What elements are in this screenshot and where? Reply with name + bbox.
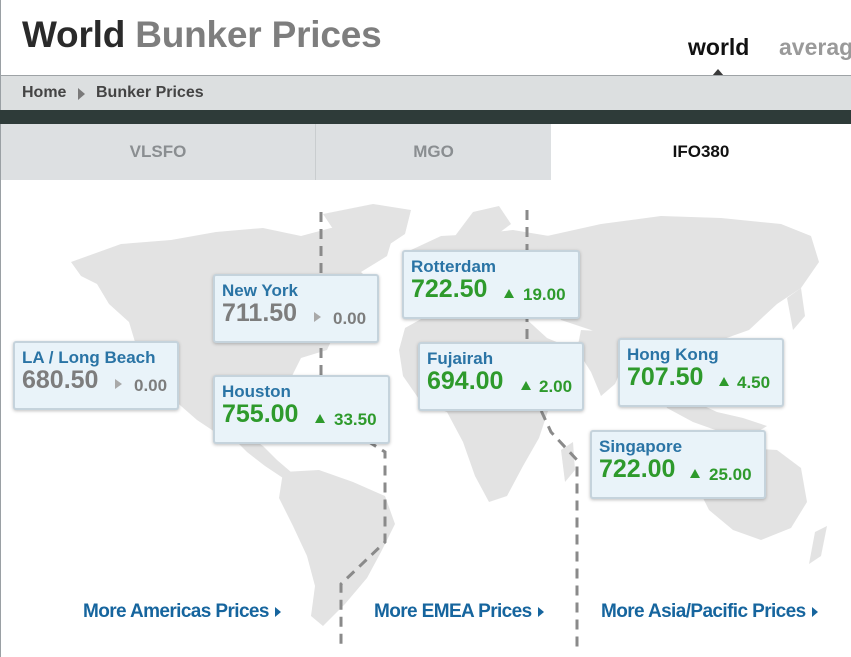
caret-right-icon [274,606,281,617]
product-tabs: VLSFO MGO IFO380 [0,124,851,180]
link-label: More EMEA Prices [374,601,532,622]
breadcrumb: Home Bunker Prices [0,75,851,110]
triangle-up-icon [315,414,325,423]
port-name: Houston [222,382,291,401]
port-price: 711.50 [222,299,298,327]
more-americas-prices-link[interactable]: More Americas Prices [83,601,281,623]
price-card-fujairah[interactable]: Fujairah 694.00 2.00 [418,342,584,411]
price-change: 2.00 [539,377,573,396]
page-title: World Bunker Prices [22,14,382,56]
header-divider-band [0,110,851,124]
link-label: More Asia/Pacific Prices [601,601,806,622]
port-name: Hong Kong [627,345,719,364]
tab-ifo380[interactable]: IFO380 [551,124,851,180]
triangle-up-icon [719,377,729,386]
page-title-primary: World [22,14,126,55]
triangle-up-icon [690,469,700,478]
price-card-hong-kong[interactable]: Hong Kong 707.50 4.50 [618,338,784,407]
caret-right-icon [537,606,544,617]
breadcrumb-home-link[interactable]: Home [22,84,66,102]
tab-average[interactable]: averag [779,34,851,61]
caret-right-icon [811,606,818,617]
price-change: 33.50 [334,410,377,429]
price-change: 4.50 [737,373,771,392]
port-name: Fujairah [427,349,494,368]
price-change: 19.00 [523,285,566,304]
price-card-rotterdam[interactable]: Rotterdam 722.50 19.00 [402,250,580,319]
price-change: 25.00 [709,465,752,484]
link-label: More Americas Prices [83,601,269,622]
port-name: LA / Long Beach [22,348,156,367]
triangle-right-icon [314,312,321,322]
port-name: Singapore [599,437,683,456]
port-price: 722.50 [411,275,488,303]
price-card-la-long-beach[interactable]: LA / Long Beach 680.50 0.00 [13,341,179,410]
port-name: New York [222,281,298,300]
tab-vlsfo[interactable]: VLSFO [0,124,316,180]
price-card-singapore[interactable]: Singapore 722.00 25.00 [590,430,766,499]
price-change: 0.00 [333,309,367,328]
price-change: 0.00 [134,376,168,395]
tab-mgo[interactable]: MGO [316,124,551,180]
port-name: Rotterdam [411,257,497,276]
page-header: World Bunker Prices world averag [0,0,851,76]
more-emea-prices-link[interactable]: More EMEA Prices [374,601,544,623]
port-price: 680.50 [22,366,99,394]
chevron-right-icon [78,88,85,100]
tab-world[interactable]: world [688,34,749,61]
triangle-up-icon [521,381,531,390]
triangle-right-icon [115,379,122,389]
price-card-houston[interactable]: Houston 755.00 33.50 [213,375,390,444]
breadcrumb-current: Bunker Prices [96,84,204,101]
more-asia-pacific-prices-link[interactable]: More Asia/Pacific Prices [601,601,818,623]
port-price: 722.00 [599,455,676,483]
port-price: 707.50 [627,363,704,391]
port-price: 694.00 [427,367,504,395]
triangle-up-icon [504,289,514,298]
port-price: 755.00 [222,400,299,428]
world-map-panel: LA / Long Beach 680.50 0.00 New York 711… [0,180,851,657]
price-card-new-york[interactable]: New York 711.50 0.00 [213,274,379,343]
page-title-secondary: Bunker Prices [135,14,382,55]
